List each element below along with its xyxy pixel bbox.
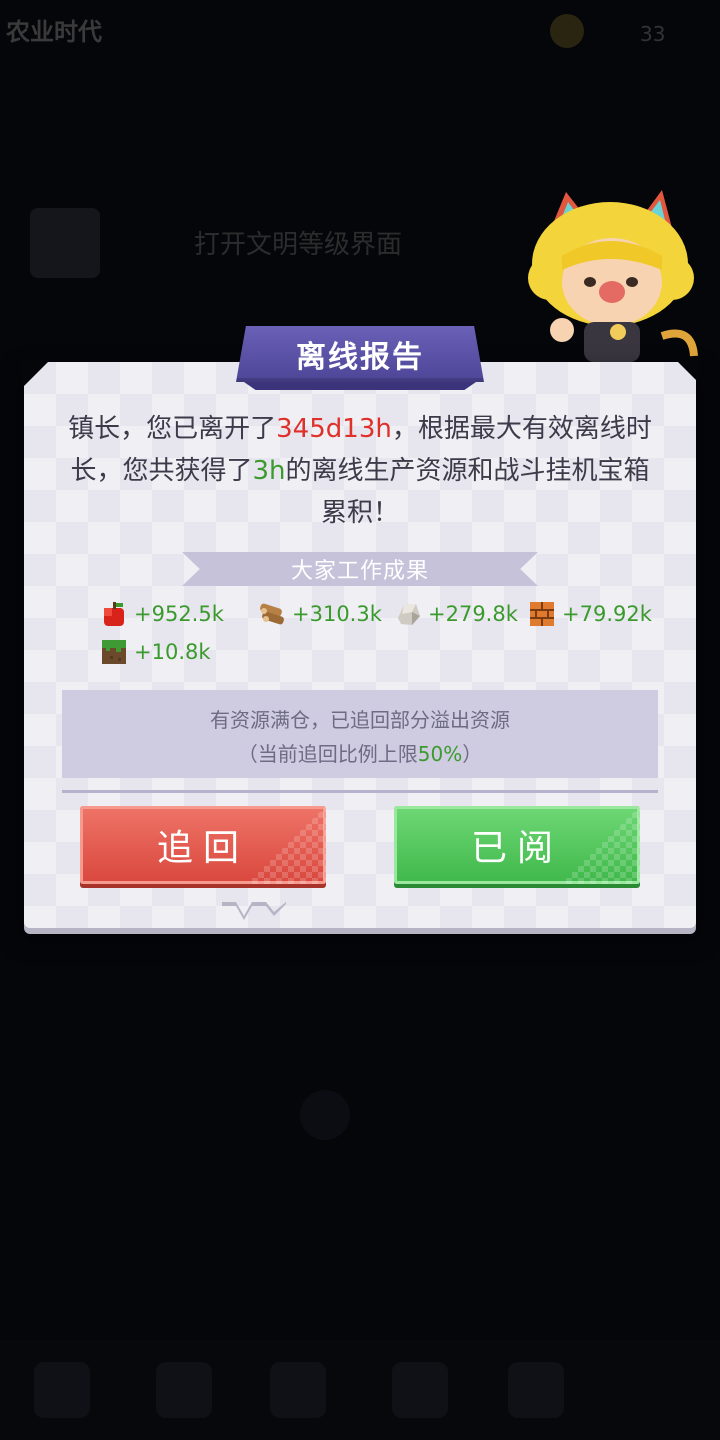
civilization-icon [30, 208, 100, 278]
wood-icon [260, 603, 284, 625]
bottom-tab-icon [392, 1362, 448, 1418]
read-button-label: 已阅 [470, 828, 563, 869]
bottom-tab-icon [156, 1362, 212, 1418]
recover-button[interactable]: 追回 [80, 806, 326, 884]
era-title: 农业时代 [6, 18, 102, 46]
brick-icon [530, 602, 554, 626]
coin-value: 33 [640, 22, 666, 46]
bottom-tab-icon [34, 1362, 90, 1418]
resource-item: +952.5k [100, 596, 224, 632]
dialog-title: 离线报告 [236, 326, 484, 382]
overflow-notice-line2: （当前追回比例上限50%） [62, 738, 658, 767]
bottom-nav [0, 1340, 720, 1440]
overflow-ratio-suffix: ） [462, 742, 483, 766]
resource-value: +952.5k [134, 602, 224, 626]
paper-fold-corner [676, 360, 698, 382]
divider [62, 790, 658, 793]
resource-item: +279.8k [394, 596, 518, 632]
resource-item: +10.8k [100, 634, 211, 670]
resource-item: +310.3k [258, 596, 382, 632]
offline-report-dialog: 离线报告 镇长，您已离开了345d13h，根据最大有效离线时长，您共获得了3h的… [22, 326, 698, 928]
overflow-notice-line1: 有资源满仓，已追回部分溢出资源 [210, 708, 510, 732]
section-title: 大家工作成果 [182, 552, 538, 586]
resource-value: +79.92k [562, 602, 652, 626]
overflow-notice: 有资源满仓，已追回部分溢出资源 （当前追回比例上限50%） [62, 690, 658, 778]
stone-icon [398, 604, 420, 625]
paper-tear-decoration [222, 902, 286, 920]
recover-button-label: 追回 [156, 828, 249, 869]
overflow-ratio-prefix: （当前追回比例上限 [237, 742, 418, 766]
apple-icon [104, 602, 124, 626]
resource-value: +279.8k [428, 602, 518, 626]
civilization-prompt: 打开文明等级界面 [194, 230, 403, 260]
read-button[interactable]: 已阅 [394, 806, 640, 884]
offline-message: 镇长，您已离开了345d13h，根据最大有效离线时长，您共获得了3h的离线生产资… [64, 408, 656, 534]
message-text: 的离线生产资源和战斗挂机宝箱累积！ [285, 456, 650, 528]
dirt-block-icon [102, 640, 126, 664]
background-decoration [300, 1090, 350, 1140]
bottom-tab-icon [508, 1362, 564, 1418]
cat-girl-mascot-icon [528, 190, 698, 362]
paper-fold-corner [22, 360, 50, 388]
top-bar: 农业时代 33 [0, 0, 720, 70]
offline-duration: 345d13h [276, 414, 392, 444]
overflow-ratio: 50% [417, 742, 463, 766]
resource-item: +79.92k [528, 596, 652, 632]
coin-icon [550, 14, 584, 48]
resource-value: +10.8k [134, 640, 211, 664]
effective-hours: 3h [252, 456, 286, 486]
resource-value: +310.3k [292, 602, 382, 626]
message-text: 镇长，您已离开了 [68, 414, 277, 444]
bottom-tab-icon [270, 1362, 326, 1418]
